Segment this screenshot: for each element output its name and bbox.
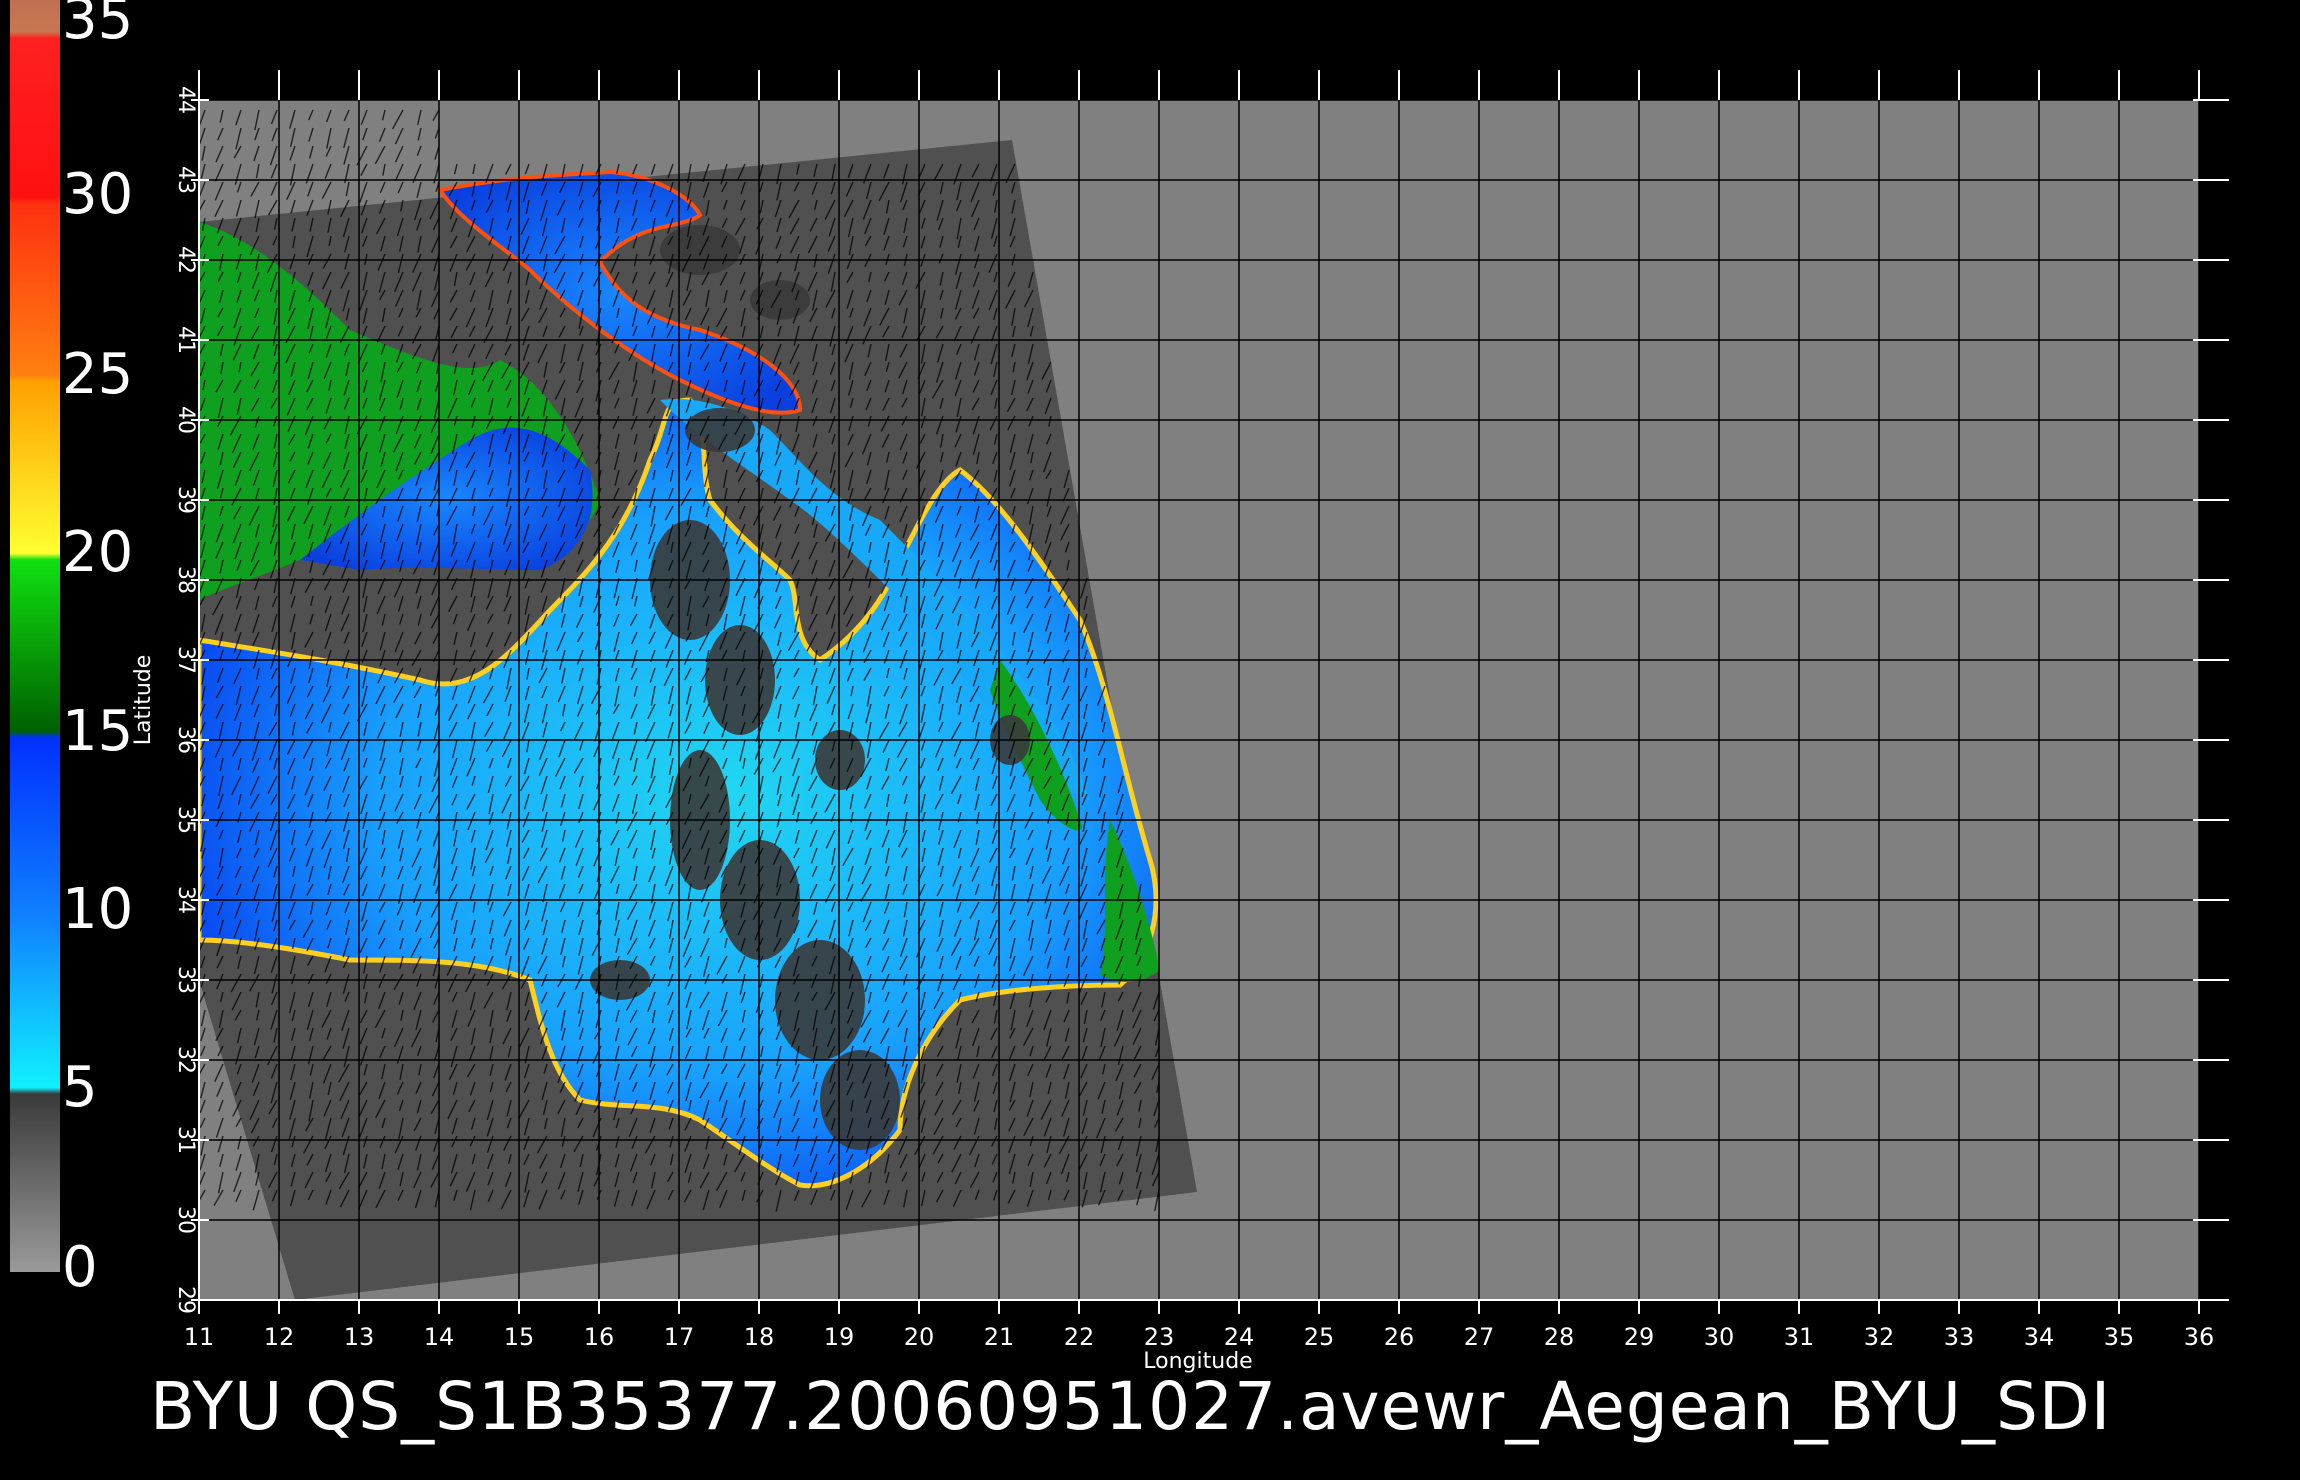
colorbar-label: 5: [62, 1055, 98, 1120]
x-tick-label: 34: [2024, 1323, 2055, 1351]
x-tick-label: 22: [1064, 1323, 1095, 1351]
colorbar-label: 30: [62, 162, 134, 227]
y-tick-label: 31: [173, 1126, 198, 1154]
x-tick-label: 32: [1864, 1323, 1895, 1351]
x-tick-label: 24: [1224, 1323, 1255, 1351]
y-tick-label: 35: [173, 806, 198, 834]
x-tick-label: 15: [504, 1323, 535, 1351]
x-tick-label: 16: [584, 1323, 615, 1351]
colorbar-label: 15: [62, 699, 134, 764]
y-tick-label: 40: [173, 406, 198, 434]
colorbar-label: 0: [62, 1235, 98, 1300]
y-tick-label: 30: [173, 1206, 198, 1234]
x-tick-label: 36: [2184, 1323, 2215, 1351]
y-tick-label: 43: [173, 166, 198, 194]
x-tick-label: 35: [2104, 1323, 2135, 1351]
image-caption: BYU QS_S1B35377.20060951027.avewr_Aegean…: [150, 1368, 2112, 1445]
x-tick-label: 30: [1704, 1323, 1735, 1351]
y-tick-label: 41: [173, 326, 198, 354]
x-tick-label: 18: [744, 1323, 775, 1351]
x-tick-label: 19: [824, 1323, 855, 1351]
y-tick-label: 33: [173, 966, 198, 994]
colorbar-label: 10: [62, 877, 134, 942]
x-tick-label: 20: [904, 1323, 935, 1351]
colorbar-label: 25: [62, 342, 134, 407]
x-tick-label: 17: [664, 1323, 695, 1351]
y-tick-label: 29: [173, 1286, 198, 1314]
x-tick-label: 13: [344, 1323, 375, 1351]
x-tick-label: 12: [264, 1323, 295, 1351]
y-tick-label: 39: [173, 486, 198, 514]
x-tick-label: 11: [184, 1323, 215, 1351]
y-tick-label: 42: [173, 246, 198, 274]
y-tick-label: 44: [173, 86, 198, 114]
colorbar: [10, 0, 60, 1272]
x-tick-label: 23: [1144, 1323, 1175, 1351]
y-tick-labels: 29 30 31 32 33 34 35 36 37 38 39 40 41 42 43 44: [173, 86, 198, 1314]
x-tick-label: 28: [1544, 1323, 1575, 1351]
x-tick-label: 14: [424, 1323, 455, 1351]
x-tick-label: 31: [1784, 1323, 1815, 1351]
x-tick-label: 29: [1624, 1323, 1655, 1351]
x-tick-labels: 11 12 13 14 15 16 17 18 19 20 21 22 23 24 25 26 27 28 29 30…: [184, 1323, 2215, 1351]
y-tick-label: 32: [173, 1046, 198, 1074]
y-axis-label: Latitude: [131, 655, 156, 746]
y-tick-label: 34: [173, 886, 198, 914]
colorbar-label: 35: [62, 0, 134, 52]
x-tick-label: 33: [1944, 1323, 1975, 1351]
x-tick-label: 27: [1464, 1323, 1495, 1351]
colorbar-label: 20: [62, 520, 134, 585]
x-tick-label: 26: [1384, 1323, 1415, 1351]
y-tick-label: 36: [173, 726, 198, 754]
y-tick-label: 38: [173, 566, 198, 594]
wind-speed-map: 11 12 13 14 15 16 17 18 19 20 21 22 23 24 25 26 27 28 29 30…: [10, 0, 2229, 1374]
y-tick-label: 37: [173, 646, 198, 674]
x-tick-label: 21: [984, 1323, 1015, 1351]
x-tick-label: 25: [1304, 1323, 1335, 1351]
